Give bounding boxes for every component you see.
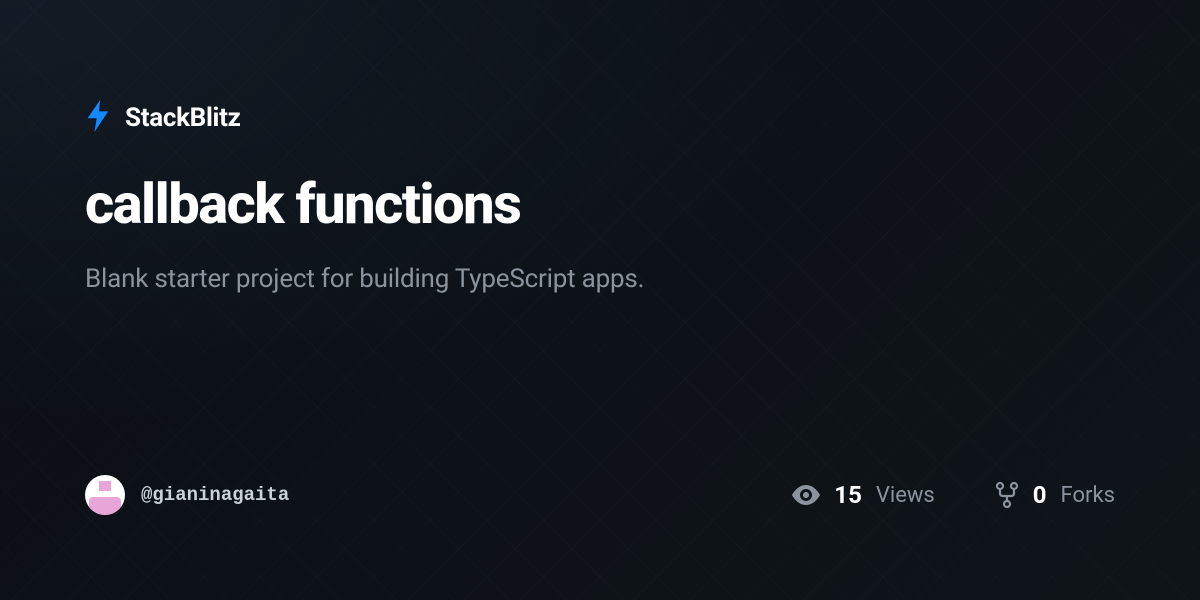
forks-stat: 0 Forks [995,481,1115,509]
views-stat: 15 Views [792,481,934,509]
author-block[interactable]: @gianinagaita [85,475,289,515]
forks-count: 0 [1033,481,1047,509]
forks-label: Forks [1061,483,1115,508]
project-description: Blank starter project for building TypeS… [85,264,1115,294]
author-username: @gianinagaita [141,484,289,506]
views-count: 15 [834,481,862,509]
avatar [85,475,125,515]
project-title: callback functions [85,174,1115,236]
fork-icon [995,482,1019,508]
views-label: Views [876,483,935,508]
card-container: StackBlitz callback functions Blank star… [0,0,1200,600]
lightning-bolt-icon [85,100,113,136]
footer-row: @gianinagaita 15 Views [85,475,1115,515]
brand-logo: StackBlitz [85,100,1115,136]
eye-icon [792,485,820,505]
brand-name: StackBlitz [125,103,241,133]
stats-group: 15 Views 0 Forks [792,481,1115,509]
